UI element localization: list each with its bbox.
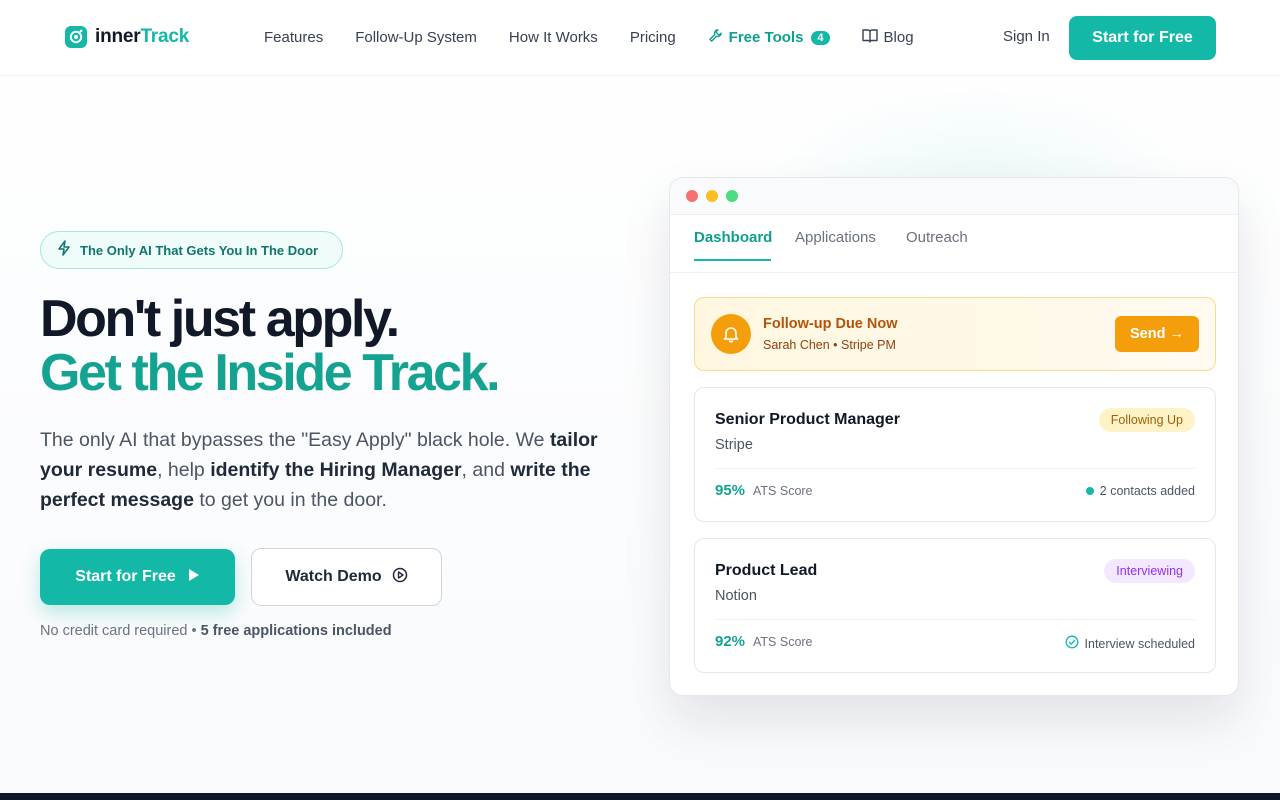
play-circle-icon [392, 567, 408, 588]
logo-accent: Track [140, 26, 190, 47]
tab-applications[interactable]: Applications [795, 229, 876, 246]
send-follow-up-button[interactable]: Send → [1115, 316, 1199, 352]
book-icon [861, 28, 878, 47]
tab-dashboard[interactable]: Dashboard [694, 229, 772, 246]
watch-demo-button[interactable]: Watch Demo [251, 548, 442, 606]
hero-start-for-free-label: Start for Free [75, 568, 176, 585]
blog-label: Blog [883, 29, 914, 46]
job-divider [715, 468, 1195, 469]
fineprint-text: No credit card required • [40, 623, 201, 639]
top-nav: innerTrack Features Follow-Up System How… [0, 0, 1280, 76]
active-tab-indicator [694, 259, 771, 261]
free-tools-label: Free Tools [728, 29, 804, 46]
nav-link-free-tools[interactable]: Free Tools 4 [708, 28, 830, 47]
hero-lead-paragraph: The only AI that bypasses the "Easy Appl… [40, 425, 620, 515]
bell-icon [711, 314, 751, 354]
window-minimize-dot [706, 190, 718, 202]
lead-text-1: The only AI that bypasses the "Easy Appl… [40, 429, 550, 451]
status-badge: Following Up [1098, 408, 1195, 432]
status-badge: Interviewing [1104, 559, 1195, 583]
hero-fineprint: No credit card required • 5 free applica… [40, 623, 392, 639]
job-card-product-lead[interactable]: Product Lead Notion Interviewing 92% ATS… [694, 538, 1216, 673]
lightning-icon [57, 239, 71, 261]
job-meta-text: 2 contacts added [1099, 484, 1195, 498]
logo[interactable]: innerTrack [65, 26, 189, 48]
hero-tagline-pill: The Only AI That Gets You In The Door [40, 231, 343, 269]
tab-outreach[interactable]: Outreach [906, 229, 968, 246]
hero-headline-line-1: Don't just apply. [40, 290, 400, 348]
nav-link-follow-up-system[interactable]: Follow-Up System [355, 29, 477, 46]
logo-icon [65, 26, 87, 48]
hero-tagline-text: The Only AI That Gets You In The Door [80, 242, 319, 258]
nav-link-blog[interactable]: Blog [861, 28, 914, 47]
job-meta: Interview scheduled [1065, 635, 1195, 652]
lead-text-4: to get you in the door. [193, 489, 387, 511]
hero-start-for-free-button[interactable]: Start for Free [40, 549, 235, 605]
lead-text-3: , and [461, 459, 511, 481]
free-tools-count-badge: 4 [811, 30, 830, 45]
play-icon [188, 568, 200, 587]
nav-link-how-it-works[interactable]: How It Works [509, 29, 598, 46]
watch-demo-label: Watch Demo [285, 568, 382, 585]
job-meta-text: Interview scheduled [1084, 636, 1195, 651]
alert-title: Follow-up Due Now [763, 316, 898, 332]
ats-score-value: 95% [715, 482, 746, 499]
window-titlebar [670, 178, 1238, 215]
follow-up-alert: Follow-up Due Now Sarah Chen • Stripe PM… [694, 297, 1216, 371]
job-title: Product Lead [715, 562, 818, 579]
ats-score-label: ATS Score [753, 635, 813, 649]
job-meta: 2 contacts added [1085, 484, 1195, 498]
lead-emphasis-2: identify the Hiring Manager [210, 459, 462, 481]
sign-in-link[interactable]: Sign In [1003, 28, 1050, 45]
job-company: Stripe [715, 437, 753, 453]
nav-links: Features Follow-Up System How It Works P… [264, 28, 946, 47]
window-close-dot [686, 190, 698, 202]
job-company: Notion [715, 588, 757, 604]
hero-headline-line-2: Get the Inside Track. [40, 344, 501, 402]
job-title: Senior Product Manager [715, 411, 900, 428]
lead-text-2: , help [157, 459, 211, 481]
logo-text: innerTrack [95, 26, 189, 48]
check-circle-icon [1065, 635, 1079, 652]
footer-section-edge [0, 793, 1280, 800]
nav-start-for-free-button[interactable]: Start for Free [1069, 16, 1216, 60]
alert-subtitle: Sarah Chen • Stripe PM [763, 338, 896, 352]
nav-link-features[interactable]: Features [264, 29, 323, 46]
nav-link-pricing[interactable]: Pricing [630, 29, 676, 46]
wrench-icon [708, 28, 723, 47]
window-maximize-dot [726, 190, 738, 202]
fineprint-emphasis: 5 free applications included [200, 623, 392, 639]
status-dot-icon [1085, 487, 1094, 495]
ats-score-label: ATS Score [753, 484, 813, 498]
ats-score-value: 92% [715, 633, 746, 650]
logo-prefix: inner [95, 26, 141, 47]
dashboard-preview-card: Dashboard Applications Outreach Follow-u… [669, 177, 1239, 696]
job-divider [715, 619, 1195, 620]
dashboard-tabs: Dashboard Applications Outreach [670, 215, 1238, 273]
job-card-senior-product-manager[interactable]: Senior Product Manager Stripe Following … [694, 387, 1216, 522]
